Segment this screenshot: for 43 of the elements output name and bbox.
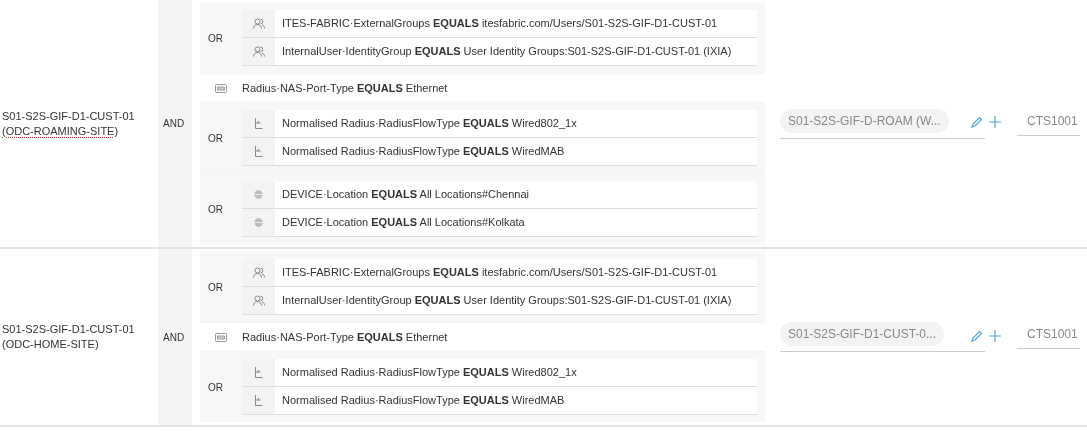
tree-icon bbox=[254, 118, 263, 129]
condition-text: DEVICE·Location EQUALS All Locations#Chennai bbox=[282, 187, 530, 203]
rule-name: (ODC-ROAMING-SITE) bbox=[2, 123, 120, 139]
add-icon[interactable] bbox=[989, 329, 1001, 342]
rule-name: S01-S2S-GIF-D1-CUST-01 bbox=[2, 322, 136, 337]
operator-label: OR bbox=[208, 380, 223, 395]
sgt-field[interactable]: CTS1001 bbox=[1017, 111, 1080, 136]
edit-icon[interactable] bbox=[971, 116, 983, 128]
profile-tag[interactable]: S01-S2S-GIF-D-ROAM (W... bbox=[780, 108, 949, 133]
rule-name: (ODC-HOME-SITE) bbox=[2, 337, 100, 352]
condition-text: InternalUser·IdentityGroup EQUALS User Identity Groups:S01-S2S-GIF-D1-CUST-01 (IXIA) bbox=[282, 293, 732, 309]
operator-label: OR bbox=[208, 280, 223, 295]
tree-icon bbox=[254, 146, 263, 157]
condition-text: DEVICE·Location EQUALS All Locations#Kolkata bbox=[282, 215, 525, 231]
tree-icon bbox=[254, 367, 263, 378]
condition-text: Normalised Radius·RadiusFlowType EQUALS WiredMAB bbox=[282, 144, 565, 160]
tree-icon bbox=[254, 395, 263, 406]
people-icon bbox=[252, 267, 265, 278]
globe-icon bbox=[254, 218, 263, 227]
card-icon bbox=[215, 83, 227, 93]
card-icon bbox=[215, 332, 227, 342]
condition-text: ITES-FABRIC·ExternalGroups EQUALS itesfabric.com/Users/S01-S2S-GIF-D1-CUST-01 bbox=[282, 265, 718, 281]
add-icon[interactable] bbox=[989, 116, 1001, 128]
people-icon bbox=[252, 46, 265, 57]
condition-text: InternalUser·IdentityGroup EQUALS User Identity Groups:S01-S2S-GIF-D1-CUST-01 (IXIA) bbox=[282, 44, 732, 60]
operator-label: OR bbox=[208, 202, 223, 217]
globe-icon bbox=[254, 190, 263, 199]
operator-label: OR bbox=[208, 131, 223, 146]
sgt-field[interactable]: CTS1001 bbox=[1017, 325, 1080, 349]
operator-label: OR bbox=[208, 31, 223, 46]
profile-tag[interactable]: S01-S2S-GIF-D1-CUST-0... bbox=[780, 322, 945, 346]
edit-icon[interactable] bbox=[971, 329, 983, 342]
condition-text: Normalised Radius·RadiusFlowType EQUALS WiredMAB bbox=[282, 393, 565, 409]
people-icon bbox=[252, 18, 265, 29]
people-icon bbox=[252, 295, 265, 306]
condition-text: Radius·NAS-Port-Type EQUALS Ethernet bbox=[242, 80, 448, 96]
rule-name: S01-S2S-GIF-D1-CUST-01 bbox=[2, 108, 136, 124]
operator-label: AND bbox=[163, 330, 185, 345]
condition-text: Normalised Radius·RadiusFlowType EQUALS Wired802_1x bbox=[282, 365, 577, 381]
condition-text: Normalised Radius·RadiusFlowType EQUALS Wired802_1x bbox=[282, 116, 577, 132]
condition-text: Radius·NAS-Port-Type EQUALS Ethernet bbox=[242, 329, 448, 345]
condition-text: ITES-FABRIC·ExternalGroups EQUALS itesfabric.com/Users/S01-S2S-GIF-D1-CUST-01 bbox=[282, 16, 718, 32]
operator-label: AND bbox=[163, 117, 185, 131]
